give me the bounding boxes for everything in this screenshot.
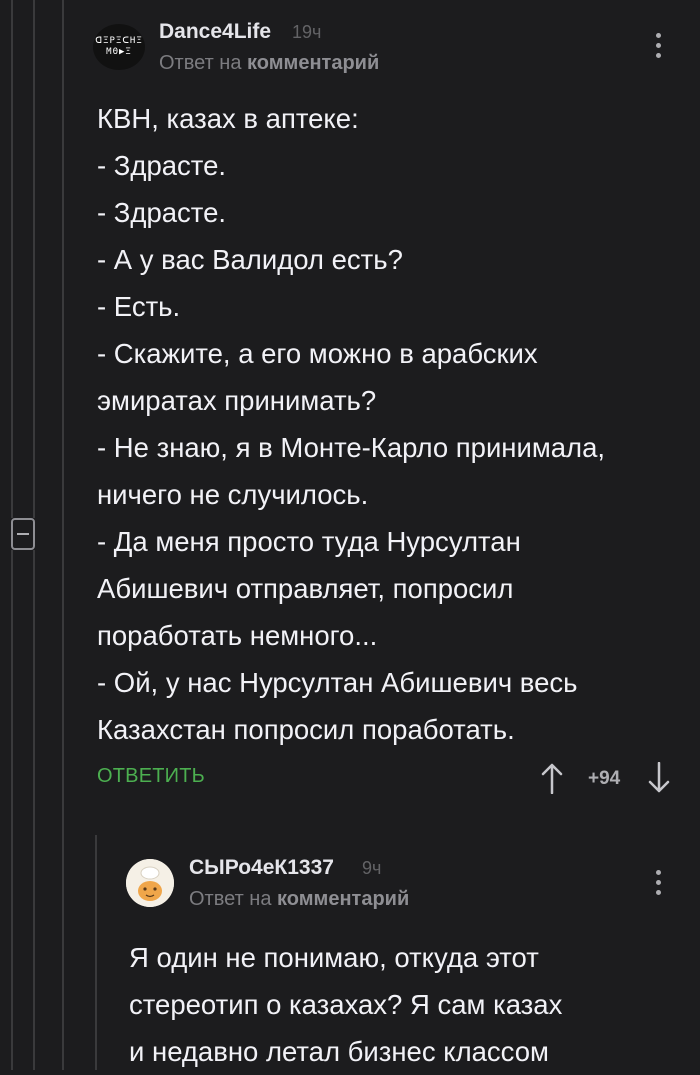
reply-to-label: Ответ на комментарий [159, 52, 379, 75]
username[interactable]: СЫРо4еК1337 [189, 856, 334, 880]
thread-line-reply [95, 835, 97, 1070]
comment-body: Я один не понимаю, откуда этот стереотип… [129, 942, 563, 1067]
thread-line-second [33, 0, 35, 518]
arrow-up-icon[interactable] [540, 762, 564, 794]
avatar-logo-line-1: ᗡΞPΞᑕHΞ [95, 36, 143, 46]
thread-line-second-lower [33, 550, 35, 1070]
thread-line-third [62, 0, 64, 1070]
more-vertical-icon[interactable] [656, 870, 662, 895]
collapse-thread-button[interactable] [11, 518, 35, 550]
reply-to-label: Ответ на комментарий [189, 888, 409, 911]
reply-button[interactable]: ОТВЕТИТЬ [97, 765, 205, 788]
reply-to-prefix: Ответ на [189, 888, 272, 910]
reply-to-link[interactable]: комментарий [247, 52, 379, 74]
comment-time: 19ч [292, 22, 322, 42]
minus-square-icon [17, 533, 29, 535]
avatar-logo-line-2: MΘ▶Ξ [106, 47, 132, 57]
thread-line-outer [11, 0, 13, 518]
username[interactable]: Dance4Life [159, 20, 271, 44]
arrow-down-icon[interactable] [647, 762, 671, 794]
avatar[interactable] [126, 859, 174, 907]
avatar[interactable]: ᗡΞPΞᑕHΞ MΘ▶Ξ [93, 24, 145, 70]
comment-time: 9ч [362, 858, 382, 878]
thread-line-outer-lower [11, 550, 13, 1070]
comment-body: КВН, казах в аптеке: - Здрасте. - Здраст… [97, 103, 606, 745]
reply-to-link[interactable]: комментарий [277, 888, 409, 910]
reply-to-prefix: Ответ на [159, 52, 242, 74]
chef-avatar-icon [126, 859, 174, 907]
comment-score: +94 [588, 768, 621, 789]
more-vertical-icon[interactable] [656, 33, 662, 58]
